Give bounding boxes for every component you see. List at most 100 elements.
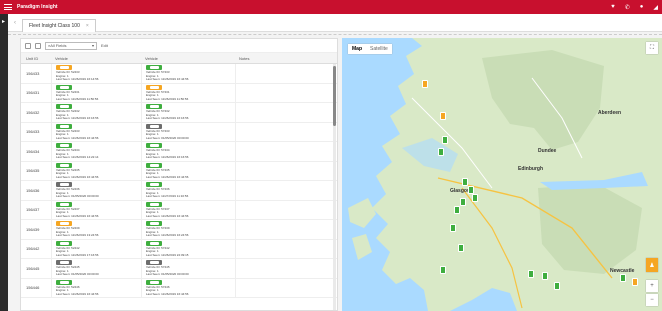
table-row[interactable]: 156445 Vehicle ID: 52445 Engine: 1 Last … — [21, 259, 337, 279]
notes-cell[interactable] — [235, 64, 337, 83]
train-marker-icon[interactable] — [554, 282, 560, 290]
table-row[interactable]: 156437 Vehicle ID: 52437 Engine: 1 Last … — [21, 200, 337, 220]
vehicle-cell[interactable]: Vehicle ID: 52439 Engine: 1 Last Seen: 1… — [51, 220, 141, 239]
header-unit-id[interactable]: Unit ID — [21, 56, 51, 61]
columns-icon[interactable] — [35, 42, 41, 49]
vehicle-cell[interactable]: Vehicle ID: 52434 Engine: 1 Last Seen: 1… — [51, 142, 141, 161]
train-marker-icon[interactable] — [472, 194, 478, 202]
train-marker-icon[interactable] — [528, 270, 534, 278]
vehicle-cell[interactable]: Vehicle ID: 57432 Engine: 1 Last Seen: 1… — [141, 103, 235, 122]
header-notes[interactable]: Notes — [235, 56, 337, 61]
notes-cell[interactable] — [235, 200, 337, 219]
notes-cell[interactable] — [235, 122, 337, 141]
table-row[interactable]: 156433 Vehicle ID: 52433 Engine: 1 Last … — [21, 122, 337, 142]
train-marker-icon[interactable] — [450, 224, 456, 232]
vehicle-last-seen: Last Seen: 11/26/2019 16:44:56 — [146, 291, 189, 296]
header-vehicle-2[interactable]: Vehicle — [141, 56, 235, 61]
notes-cell[interactable] — [235, 161, 337, 180]
vehicle-cell[interactable]: Vehicle ID: 52446 Engine: 1 Last Seen: 1… — [51, 278, 141, 297]
vehicle-cell[interactable]: Vehicle ID: 52432 Engine: 1 Last Seen: 1… — [51, 103, 141, 122]
account-icon[interactable]: ● — [640, 4, 644, 10]
train-marker-icon[interactable] — [462, 178, 468, 186]
vehicle-cell[interactable]: Vehicle ID: 57437 Engine: 1 Last Seen: 1… — [141, 200, 235, 219]
vehicle-cell[interactable]: Vehicle ID: 57442 Engine: 1 Last Seen: 1… — [141, 239, 235, 258]
train-marker-icon[interactable] — [438, 148, 444, 156]
tab-fleet-insight[interactable]: Fleet Insight Class 100 × — [22, 18, 96, 32]
train-marker-icon[interactable] — [458, 244, 464, 252]
train-marker-icon[interactable] — [454, 206, 460, 214]
hamburger-menu-icon[interactable] — [4, 4, 12, 10]
train-marker-icon[interactable] — [620, 274, 626, 282]
notes-cell[interactable] — [235, 239, 337, 258]
back-arrow-icon[interactable]: ‹ — [14, 20, 16, 26]
vehicle-cell[interactable]: Vehicle ID: 57431 Engine: 1 Last Seen: 1… — [141, 83, 235, 102]
vehicle-cell[interactable]: Vehicle ID: 57446 Engine: 1 Last Seen: 1… — [141, 278, 235, 297]
table-row[interactable]: 156431 Vehicle ID: 52431 Engine: 1 Last … — [21, 83, 337, 103]
vehicle-cell[interactable]: Vehicle ID: 52435 Engine: 1 Last Seen: 1… — [51, 161, 141, 180]
vehicle-cell[interactable]: Vehicle ID: 52433 Engine: 1 Last Seen: 1… — [51, 64, 141, 83]
notes-cell[interactable] — [235, 220, 337, 239]
table-row[interactable]: 156436 Vehicle ID: 52436 Engine: 1 Last … — [21, 181, 337, 201]
scrollbar-thumb[interactable] — [333, 66, 336, 126]
table-row[interactable]: 156442 Vehicle ID: 52442 Engine: 1 Last … — [21, 239, 337, 259]
vehicle-cell[interactable]: Vehicle ID: 52442 Engine: 1 Last Seen: 1… — [51, 239, 141, 258]
table-row[interactable]: 156433 Vehicle ID: 52433 Engine: 1 Last … — [21, 64, 337, 84]
vehicle-cell[interactable]: Vehicle ID: 52437 Engine: 1 Last Seen: 1… — [51, 200, 141, 219]
vehicle-cell[interactable]: Vehicle ID: 57433 Engine: 1 Last Seen: 0… — [141, 122, 235, 141]
notes-cell[interactable] — [235, 103, 337, 122]
vehicle-cell[interactable]: Vehicle ID: 57435 Engine: 1 Last Seen: 1… — [141, 161, 235, 180]
signal-icon[interactable]: ◢ — [653, 4, 658, 11]
train-marker-icon[interactable] — [422, 80, 428, 88]
close-icon[interactable]: × — [86, 23, 89, 29]
vehicle-last-seen: Last Seen: 11/27/2019 11:16:56 — [146, 194, 189, 198]
train-marker-icon[interactable] — [542, 272, 548, 280]
vehicle-cell[interactable]: Vehicle ID: 52445 Engine: 1 Last Seen: 0… — [51, 259, 141, 278]
map-type-map-button[interactable]: Map — [348, 44, 366, 54]
notes-cell[interactable] — [235, 142, 337, 161]
train-marker-icon[interactable] — [460, 198, 466, 206]
train-marker-icon[interactable] — [440, 112, 446, 120]
map-panel[interactable]: Aberdeen Dundee Edinburgh Glasgow Newcas… — [342, 38, 662, 311]
vehicle-cell[interactable]: Vehicle ID: 52436 Engine: 1 Last Seen: 0… — [51, 181, 141, 200]
train-marker-icon[interactable] — [442, 136, 448, 144]
vehicle-last-seen: Last Seen: 11/26/2019 16:44:56 — [146, 213, 189, 218]
table-row[interactable]: 156434 Vehicle ID: 52434 Engine: 1 Last … — [21, 142, 337, 162]
expand-chevron-icon[interactable]: ▸ — [2, 18, 5, 25]
vehicle-cell[interactable]: Vehicle ID: 57439 Engine: 1 Last Seen: 1… — [141, 220, 235, 239]
zoom-out-button[interactable]: − — [646, 294, 658, 306]
table-row[interactable]: 156446 Vehicle ID: 52446 Engine: 1 Last … — [21, 278, 337, 298]
vehicle-cell[interactable]: Vehicle ID: 57433 Engine: 1 Last Seen: 1… — [141, 64, 235, 83]
train-marker-icon[interactable] — [440, 266, 446, 274]
unit-id-cell: 156432 — [26, 109, 40, 115]
grid-scrollbar[interactable] — [333, 64, 336, 310]
notes-cell[interactable] — [235, 181, 337, 200]
vehicle-cell[interactable]: Vehicle ID: 57436 Engine: 1 Last Seen: 1… — [141, 181, 235, 200]
grid-toolbar: ⌕ All Fields ▾ Edit — [21, 39, 337, 53]
train-marker-icon[interactable] — [468, 186, 474, 194]
unit-id-cell: 156433 — [26, 129, 40, 135]
phone-icon[interactable]: ✆ — [625, 4, 630, 11]
vehicle-cell[interactable]: Vehicle ID: 57434 Engine: 1 Last Seen: 1… — [141, 142, 235, 161]
vehicle-last-seen: Last Seen: 11/26/2019 16:16:56 — [146, 155, 189, 159]
edit-button[interactable]: Edit — [101, 43, 108, 48]
table-row[interactable]: 156432 Vehicle ID: 52432 Engine: 1 Last … — [21, 103, 337, 123]
fullscreen-icon[interactable]: ⛶ — [646, 42, 658, 54]
heart-icon[interactable]: ♥ — [611, 4, 615, 10]
notes-cell[interactable] — [235, 259, 337, 278]
table-row[interactable]: 156439 Vehicle ID: 52439 Engine: 1 Last … — [21, 220, 337, 240]
map-type-satellite-button[interactable]: Satellite — [366, 44, 392, 54]
notes-cell[interactable] — [235, 278, 337, 297]
train-marker-icon[interactable] — [632, 278, 638, 286]
refresh-icon[interactable] — [25, 42, 31, 49]
unit-id-cell: 156434 — [26, 148, 40, 154]
vehicle-cell[interactable]: Vehicle ID: 52433 Engine: 1 Last Seen: 1… — [51, 122, 141, 141]
vehicle-cell[interactable]: Vehicle ID: 52431 Engine: 1 Last Seen: 1… — [51, 83, 141, 102]
header-vehicle-1[interactable]: Vehicle — [51, 56, 141, 61]
notes-cell[interactable] — [235, 83, 337, 102]
field-filter-select[interactable]: ⌕ All Fields ▾ — [45, 41, 97, 50]
table-row[interactable]: 156435 Vehicle ID: 52435 Engine: 1 Last … — [21, 161, 337, 181]
zoom-in-button[interactable]: + — [646, 280, 658, 292]
train-status-icon — [146, 162, 162, 168]
vehicle-cell[interactable]: Vehicle ID: 57445 Engine: 1 Last Seen: 0… — [141, 259, 235, 278]
street-view-pegman-icon[interactable]: ♟ — [646, 258, 658, 272]
